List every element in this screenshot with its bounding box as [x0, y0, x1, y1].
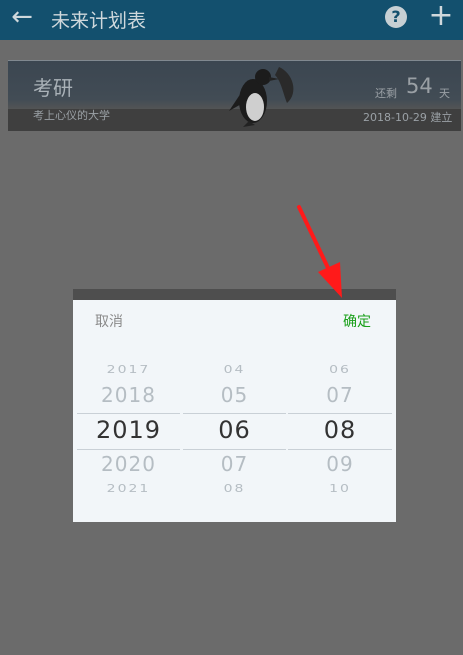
day-wheel[interactable]: 06 07 08 09 10: [288, 350, 392, 500]
plus-icon[interactable]: +: [427, 0, 455, 32]
month-wheel[interactable]: 04 05 06 07 08: [183, 350, 286, 500]
month-selected[interactable]: 06: [183, 416, 286, 444]
month-option[interactable]: 04: [183, 364, 286, 376]
selection-divider: [288, 449, 392, 450]
penguin-image: [229, 67, 294, 127]
selection-divider: [77, 413, 180, 414]
day-selected[interactable]: 08: [288, 416, 392, 444]
remaining-days: 54: [406, 74, 433, 98]
year-option[interactable]: 2018: [77, 383, 180, 407]
month-option[interactable]: 05: [183, 383, 286, 407]
confirm-button[interactable]: 确定: [343, 311, 371, 331]
year-option[interactable]: 2021: [77, 483, 180, 495]
month-option[interactable]: 08: [183, 483, 286, 495]
page-title: 未来计划表: [51, 10, 147, 32]
day-option[interactable]: 06: [288, 364, 392, 376]
day-option[interactable]: 07: [288, 383, 392, 407]
plan-card[interactable]: 考研 考上心仪的大学 还剩 54 天 2018-10-29 建立: [8, 60, 461, 131]
remaining-unit: 天: [439, 87, 450, 100]
year-selected[interactable]: 2019: [77, 416, 180, 444]
plan-name: 考研: [33, 76, 73, 100]
month-option[interactable]: 07: [183, 452, 286, 476]
date-picker-dialog: 取消 确定 2017 2018 2019 2020 2021 04 05 06 …: [73, 289, 396, 522]
created-date: 2018-10-29 建立: [363, 111, 453, 124]
selection-divider: [77, 449, 180, 450]
selection-divider: [183, 449, 286, 450]
year-option[interactable]: 2020: [77, 452, 180, 476]
remaining-label: 还剩: [375, 87, 397, 100]
app-bar: ← 未来计划表 ? +: [0, 0, 463, 40]
day-option[interactable]: 09: [288, 452, 392, 476]
selection-divider: [183, 413, 286, 414]
year-option[interactable]: 2017: [77, 364, 180, 376]
question-circle-icon[interactable]: ?: [385, 6, 407, 28]
plan-description: 考上心仪的大学: [33, 109, 110, 122]
dialog-top-bar: [73, 289, 396, 300]
day-option[interactable]: 10: [288, 483, 392, 495]
arrow-left-icon[interactable]: ←: [8, 3, 36, 31]
selection-divider: [288, 413, 392, 414]
cancel-button[interactable]: 取消: [95, 311, 123, 331]
year-wheel[interactable]: 2017 2018 2019 2020 2021: [77, 350, 180, 500]
